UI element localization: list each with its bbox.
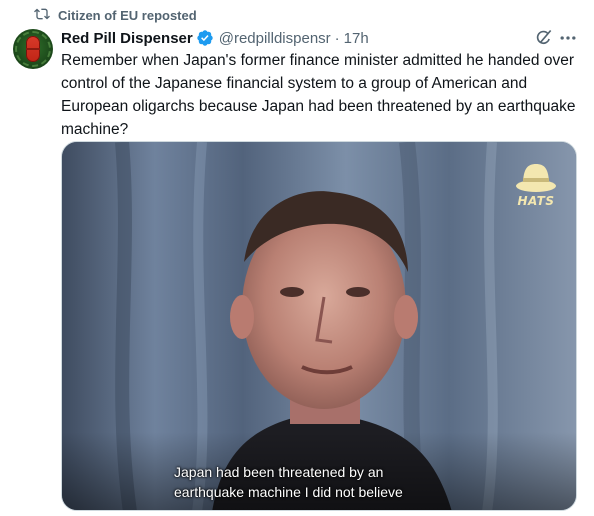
channel-watermark: HATS	[514, 156, 558, 216]
video-frame	[62, 142, 576, 510]
repost-indicator[interactable]: Citizen of EU reposted	[34, 5, 197, 25]
subtitle-line-1: Japan had been threatened by an	[174, 464, 384, 480]
avatar[interactable]	[13, 29, 53, 69]
tweet-header: Red Pill Dispenser @redpilldispensr · 17…	[61, 27, 369, 49]
more-options-icon[interactable]	[558, 28, 578, 48]
tweet-timestamp[interactable]: 17h	[344, 30, 369, 47]
repost-icon	[34, 6, 50, 25]
repost-label: Citizen of EU reposted	[58, 7, 197, 23]
author-display-name[interactable]: Red Pill Dispenser	[61, 30, 193, 47]
tweet-card[interactable]: Citizen of EU reposted Red Pill Dispense…	[0, 0, 594, 516]
author-handle[interactable]: @redpilldispensr	[219, 30, 331, 47]
subtitle-line-2: earthquake machine I did not believe	[174, 484, 403, 500]
watermark-text: HATS	[517, 194, 555, 208]
tweet-text: Remember when Japan's former finance min…	[61, 52, 576, 138]
verified-badge-icon[interactable]	[196, 29, 214, 47]
video-subtitle: Japan had been threatened by an earthqua…	[62, 462, 576, 502]
header-separator: ·	[334, 29, 340, 47]
video-media[interactable]: HATS Japan had been threatened by an ear…	[61, 141, 577, 511]
hat-logo-icon	[516, 164, 556, 192]
grok-icon[interactable]	[534, 28, 554, 48]
